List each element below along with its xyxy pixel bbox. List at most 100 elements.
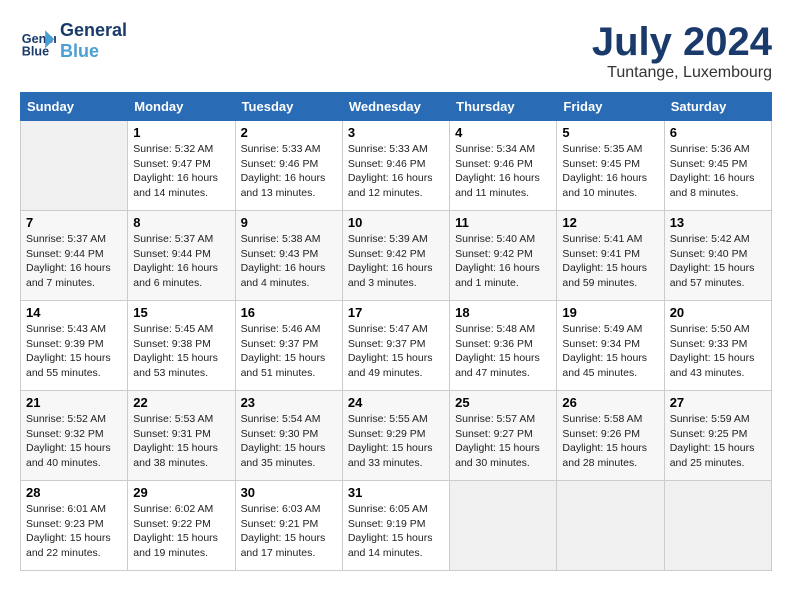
calendar-cell: 26 Sunrise: 5:58 AM Sunset: 9:26 PM Dayli…	[557, 391, 664, 481]
day-number: 7	[26, 215, 122, 230]
day-info: Sunrise: 5:35 AM Sunset: 9:45 PM Dayligh…	[562, 142, 658, 201]
logo-text: General Blue	[60, 20, 127, 62]
week-row-3: 14 Sunrise: 5:43 AM Sunset: 9:39 PM Dayli…	[21, 301, 772, 391]
day-number: 28	[26, 485, 122, 500]
column-header-monday: Monday	[128, 93, 235, 121]
day-number: 29	[133, 485, 229, 500]
calendar-cell: 29 Sunrise: 6:02 AM Sunset: 9:22 PM Dayli…	[128, 481, 235, 571]
day-info: Sunrise: 5:33 AM Sunset: 9:46 PM Dayligh…	[241, 142, 337, 201]
day-info: Sunrise: 5:59 AM Sunset: 9:25 PM Dayligh…	[670, 412, 766, 471]
calendar-cell	[664, 481, 771, 571]
day-info: Sunrise: 5:34 AM Sunset: 9:46 PM Dayligh…	[455, 142, 551, 201]
column-header-wednesday: Wednesday	[342, 93, 449, 121]
week-row-4: 21Sunrise: 5:52 AM Sunset: 9:32 PM Dayli…	[21, 391, 772, 481]
day-number: 22	[133, 395, 229, 410]
day-info: Sunrise: 5:43 AM Sunset: 9:39 PM Dayligh…	[26, 322, 122, 381]
day-info: Sunrise: 5:49 AM Sunset: 9:34 PM Dayligh…	[562, 322, 658, 381]
calendar-cell: 21Sunrise: 5:52 AM Sunset: 9:32 PM Dayli…	[21, 391, 128, 481]
calendar-cell: 15 Sunrise: 5:45 AM Sunset: 9:38 PM Dayli…	[128, 301, 235, 391]
calendar-cell: 8Sunrise: 5:37 AM Sunset: 9:44 PM Daylig…	[128, 211, 235, 301]
calendar-cell	[450, 481, 557, 571]
day-number: 13	[670, 215, 766, 230]
day-info: Sunrise: 5:47 AM Sunset: 9:37 PM Dayligh…	[348, 322, 444, 381]
week-row-1: 1Sunrise: 5:32 AM Sunset: 9:47 PM Daylig…	[21, 121, 772, 211]
day-number: 4	[455, 125, 551, 140]
calendar-cell: 22 Sunrise: 5:53 AM Sunset: 9:31 PM Dayli…	[128, 391, 235, 481]
day-number: 23	[241, 395, 337, 410]
column-header-saturday: Saturday	[664, 93, 771, 121]
calendar-cell: 28Sunrise: 6:01 AM Sunset: 9:23 PM Dayli…	[21, 481, 128, 571]
day-info: Sunrise: 5:46 AM Sunset: 9:37 PM Dayligh…	[241, 322, 337, 381]
calendar-cell: 9 Sunrise: 5:38 AM Sunset: 9:43 PM Daylig…	[235, 211, 342, 301]
week-row-2: 7 Sunrise: 5:37 AM Sunset: 9:44 PM Daylig…	[21, 211, 772, 301]
calendar-cell: 16 Sunrise: 5:46 AM Sunset: 9:37 PM Dayli…	[235, 301, 342, 391]
calendar-cell: 5 Sunrise: 5:35 AM Sunset: 9:45 PM Daylig…	[557, 121, 664, 211]
day-number: 30	[241, 485, 337, 500]
header-row: SundayMondayTuesdayWednesdayThursdayFrid…	[21, 93, 772, 121]
day-info: Sunrise: 5:48 AM Sunset: 9:36 PM Dayligh…	[455, 322, 551, 381]
day-info: Sunrise: 5:37 AM Sunset: 9:44 PM Dayligh…	[133, 232, 229, 291]
day-number: 12	[562, 215, 658, 230]
column-header-thursday: Thursday	[450, 93, 557, 121]
title-block: July 2024 Tuntange, Luxembourg	[592, 20, 772, 82]
calendar-cell: 17 Sunrise: 5:47 AM Sunset: 9:37 PM Dayli…	[342, 301, 449, 391]
day-info: Sunrise: 5:37 AM Sunset: 9:44 PM Dayligh…	[26, 232, 122, 291]
day-number: 16	[241, 305, 337, 320]
calendar-cell: 13 Sunrise: 5:42 AM Sunset: 9:40 PM Dayli…	[664, 211, 771, 301]
day-number: 27	[670, 395, 766, 410]
column-header-tuesday: Tuesday	[235, 93, 342, 121]
day-number: 5	[562, 125, 658, 140]
day-info: Sunrise: 5:42 AM Sunset: 9:40 PM Dayligh…	[670, 232, 766, 291]
week-row-5: 28Sunrise: 6:01 AM Sunset: 9:23 PM Dayli…	[21, 481, 772, 571]
calendar-body: 1Sunrise: 5:32 AM Sunset: 9:47 PM Daylig…	[21, 121, 772, 571]
calendar-cell: 27 Sunrise: 5:59 AM Sunset: 9:25 PM Dayli…	[664, 391, 771, 481]
day-number: 25	[455, 395, 551, 410]
day-info: Sunrise: 5:33 AM Sunset: 9:46 PM Dayligh…	[348, 142, 444, 201]
day-number: 17	[348, 305, 444, 320]
day-number: 1	[133, 125, 229, 140]
column-header-friday: Friday	[557, 93, 664, 121]
day-number: 2	[241, 125, 337, 140]
day-number: 15	[133, 305, 229, 320]
column-header-sunday: Sunday	[21, 93, 128, 121]
day-info: Sunrise: 5:41 AM Sunset: 9:41 PM Dayligh…	[562, 232, 658, 291]
day-number: 3	[348, 125, 444, 140]
day-info: Sunrise: 6:02 AM Sunset: 9:22 PM Dayligh…	[133, 502, 229, 561]
calendar-cell: 10 Sunrise: 5:39 AM Sunset: 9:42 PM Dayli…	[342, 211, 449, 301]
day-number: 26	[562, 395, 658, 410]
day-number: 9	[241, 215, 337, 230]
calendar-cell	[21, 121, 128, 211]
day-info: Sunrise: 5:52 AM Sunset: 9:32 PM Dayligh…	[26, 412, 122, 471]
month-title: July 2024	[592, 20, 772, 64]
svg-text:Blue: Blue	[22, 44, 49, 58]
logo-icon: General Blue	[20, 23, 56, 59]
calendar-cell: 1Sunrise: 5:32 AM Sunset: 9:47 PM Daylig…	[128, 121, 235, 211]
calendar-cell: 30Sunrise: 6:03 AM Sunset: 9:21 PM Dayli…	[235, 481, 342, 571]
calendar-cell: 18 Sunrise: 5:48 AM Sunset: 9:36 PM Dayli…	[450, 301, 557, 391]
day-info: Sunrise: 5:40 AM Sunset: 9:42 PM Dayligh…	[455, 232, 551, 291]
page-header: General Blue General Blue July 2024 Tunt…	[20, 20, 772, 82]
day-info: Sunrise: 5:45 AM Sunset: 9:38 PM Dayligh…	[133, 322, 229, 381]
day-info: Sunrise: 5:39 AM Sunset: 9:42 PM Dayligh…	[348, 232, 444, 291]
calendar-cell: 2 Sunrise: 5:33 AM Sunset: 9:46 PM Daylig…	[235, 121, 342, 211]
day-number: 18	[455, 305, 551, 320]
day-info: Sunrise: 5:54 AM Sunset: 9:30 PM Dayligh…	[241, 412, 337, 471]
day-info: Sunrise: 5:58 AM Sunset: 9:26 PM Dayligh…	[562, 412, 658, 471]
day-info: Sunrise: 5:38 AM Sunset: 9:43 PM Dayligh…	[241, 232, 337, 291]
day-number: 14	[26, 305, 122, 320]
day-number: 10	[348, 215, 444, 230]
day-info: Sunrise: 6:05 AM Sunset: 9:19 PM Dayligh…	[348, 502, 444, 561]
calendar-cell: 12 Sunrise: 5:41 AM Sunset: 9:41 PM Dayli…	[557, 211, 664, 301]
calendar-cell: 25 Sunrise: 5:57 AM Sunset: 9:27 PM Dayli…	[450, 391, 557, 481]
day-number: 31	[348, 485, 444, 500]
calendar-cell: 3 Sunrise: 5:33 AM Sunset: 9:46 PM Daylig…	[342, 121, 449, 211]
day-info: Sunrise: 5:53 AM Sunset: 9:31 PM Dayligh…	[133, 412, 229, 471]
calendar-cell: 19Sunrise: 5:49 AM Sunset: 9:34 PM Dayli…	[557, 301, 664, 391]
day-info: Sunrise: 5:57 AM Sunset: 9:27 PM Dayligh…	[455, 412, 551, 471]
calendar-header: SundayMondayTuesdayWednesdayThursdayFrid…	[21, 93, 772, 121]
calendar-cell: 24Sunrise: 5:55 AM Sunset: 9:29 PM Dayli…	[342, 391, 449, 481]
day-number: 11	[455, 215, 551, 230]
day-number: 6	[670, 125, 766, 140]
calendar-table: SundayMondayTuesdayWednesdayThursdayFrid…	[20, 92, 772, 571]
calendar-cell: 11 Sunrise: 5:40 AM Sunset: 9:42 PM Dayli…	[450, 211, 557, 301]
